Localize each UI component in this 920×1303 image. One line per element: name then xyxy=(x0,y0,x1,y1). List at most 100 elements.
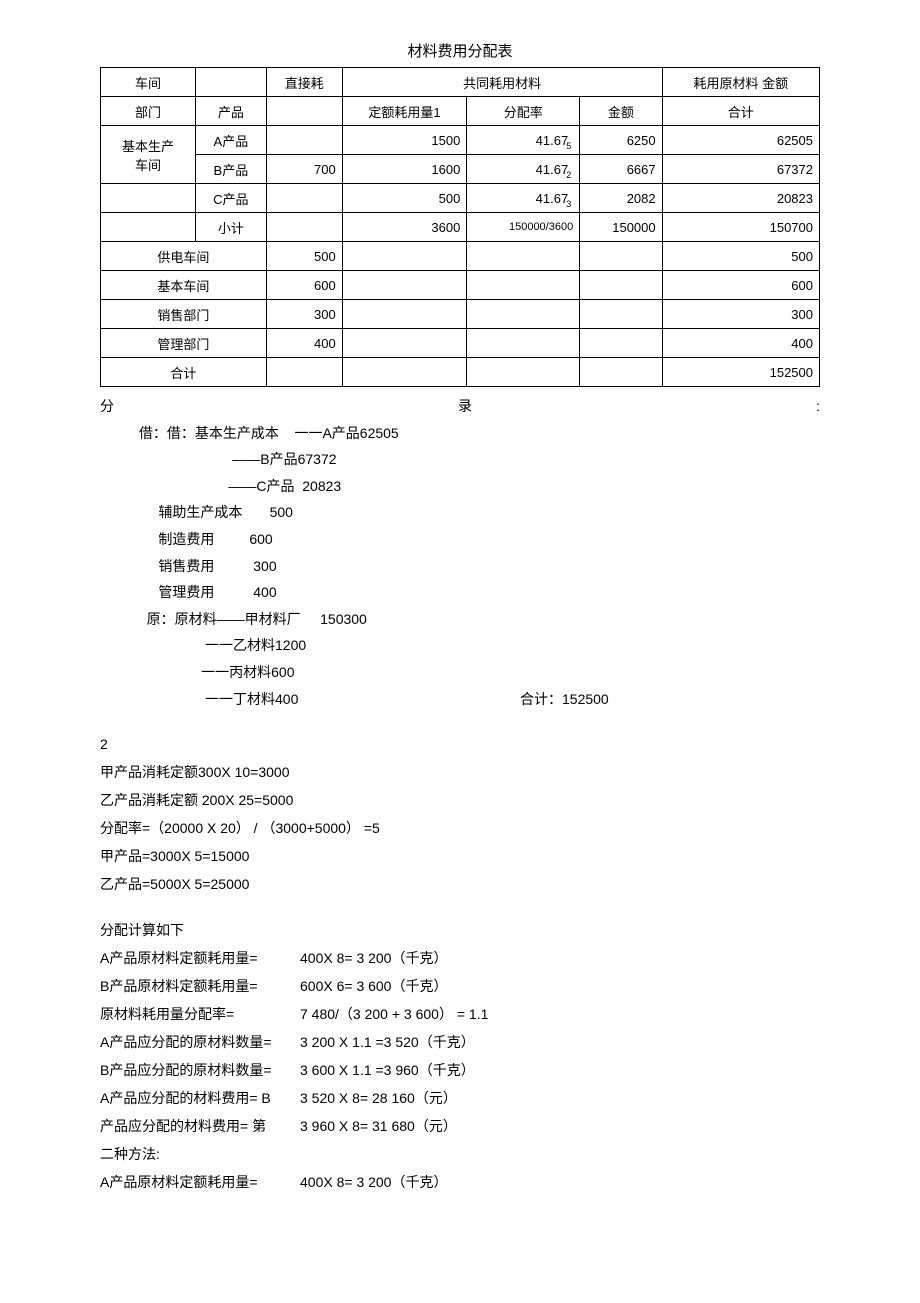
sec2-line: 乙产品=5000X 5=25000 xyxy=(100,870,820,898)
cell-basic-shop: 基本生产车间 xyxy=(101,126,196,184)
sec3-k: B产品原材料定额耗用量= xyxy=(100,972,300,1000)
table-header-row-1: 车间 直接耗 共同耗用材料 耗用原材料 金额 xyxy=(101,68,820,97)
sec3-k: A产品应分配的材料费用= B xyxy=(100,1084,300,1112)
sec3-title: 分配计算如下 xyxy=(100,916,820,944)
sec3-k: 产品应分配的材料费用= 第 xyxy=(100,1112,300,1140)
cell-base-total: 600 xyxy=(662,271,819,300)
journal-line: ——C产品 20823 xyxy=(100,473,820,500)
journal-line: 一一丁材料400 xyxy=(100,686,520,713)
journal-entries: 分 录 : 借：借：基本生产成本 一一A产品62505 ——B产品67372 —… xyxy=(100,393,820,712)
sec3-k: 二种方法: xyxy=(100,1140,300,1168)
cell-b-quota: 1600 xyxy=(342,155,467,184)
journal-line: 一一丙材料600 xyxy=(100,659,820,686)
cell-power-total: 500 xyxy=(662,242,819,271)
journal-total: 合计：152500 xyxy=(520,686,609,713)
table-header-row-2: 部门 产品 定额耗用量1 分配率 金额 合计 xyxy=(101,97,820,126)
cell-power-name: 供电车间 xyxy=(101,242,267,271)
col-rate: 分配率 xyxy=(467,97,580,126)
row-mgmt: 管理部门 400 400 xyxy=(101,329,820,358)
col-direct: 直接耗 xyxy=(266,68,342,97)
journal-h-mid: 录 xyxy=(458,393,472,420)
sec2-line: 分配率=（20000 X 20） / （3000+5000） =5 xyxy=(100,814,820,842)
col-empty2 xyxy=(266,97,342,126)
row-grand: 合计 152500 xyxy=(101,358,820,387)
cell-a-direct xyxy=(266,126,342,155)
row-power: 供电车间 500 500 xyxy=(101,242,820,271)
cell-base-direct: 600 xyxy=(266,271,342,300)
sec2-title: 2 xyxy=(100,730,820,758)
cell-sales-total: 300 xyxy=(662,300,819,329)
cell-grand-name: 合计 xyxy=(101,358,267,387)
journal-line: 销售费用 300 xyxy=(100,553,820,580)
col-workshop: 车间 xyxy=(101,68,196,97)
sec3-k: A产品应分配的原材料数量= xyxy=(100,1028,300,1056)
journal-line: 管理费用 400 xyxy=(100,579,820,606)
sec3-v: 3 600 X 1.1 =3 960（千克） xyxy=(300,1056,475,1084)
sec3-v: 3 960 X 8= 31 680（元） xyxy=(300,1112,457,1140)
journal-line: ——B产品67372 xyxy=(100,446,820,473)
sec3-k: 原材料耗用量分配率= xyxy=(100,1000,300,1028)
cell-c-name: C产品 xyxy=(196,184,267,213)
sec3-k: A产品原材料定额耗用量= xyxy=(100,1168,300,1196)
row-subtotal: 小计 3600 150000/3600 150000 150700 xyxy=(101,213,820,242)
col-amount: 金额 xyxy=(580,97,662,126)
cell-b-direct: 700 xyxy=(266,155,342,184)
journal-line: 借：借：基本生产成本 一一A产品62505 xyxy=(100,420,820,447)
col-total-sub: 合计 xyxy=(662,97,819,126)
allocation-table: 车间 直接耗 共同耗用材料 耗用原材料 金额 部门 产品 定额耗用量1 分配率 … xyxy=(100,67,820,387)
cell-mgmt-name: 管理部门 xyxy=(101,329,267,358)
sec3-v: 600X 6= 3 600（千克） xyxy=(300,972,447,1000)
cell-power-direct: 500 xyxy=(266,242,342,271)
cell-empty3 xyxy=(101,184,196,213)
cell-empty4 xyxy=(101,213,196,242)
journal-line: 制造费用 600 xyxy=(100,526,820,553)
sec3-v: 7 480/（3 200 + 3 600） = 1.1 xyxy=(300,1000,488,1028)
cell-base-name: 基本车间 xyxy=(101,271,267,300)
cell-b-rate: 41.672 xyxy=(467,155,580,184)
journal-line: 原：原材料——甲材料厂 150300 xyxy=(100,606,820,633)
sec2-line: 甲产品=3000X 5=15000 xyxy=(100,842,820,870)
cell-b-name: B产品 xyxy=(196,155,267,184)
cell-c-direct xyxy=(266,184,342,213)
cell-sub-rate: 150000/3600 xyxy=(467,213,580,242)
cell-c-quota: 500 xyxy=(342,184,467,213)
sec3-v: 3 200 X 1.1 =3 520（千克） xyxy=(300,1028,475,1056)
journal-line: 一一乙材料1200 xyxy=(100,632,820,659)
col-common: 共同耗用材料 xyxy=(342,68,662,97)
cell-sub-amount: 150000 xyxy=(580,213,662,242)
sec3-k: B产品应分配的原材料数量= xyxy=(100,1056,300,1084)
cell-sales-direct: 300 xyxy=(266,300,342,329)
col-quota: 定额耗用量1 xyxy=(342,97,467,126)
sec2-line: 甲产品消耗定额300X 10=3000 xyxy=(100,758,820,786)
journal-h-left: 分 xyxy=(100,393,114,420)
cell-a-total: 62505 xyxy=(662,126,819,155)
section-2: 2 甲产品消耗定额300X 10=3000 乙产品消耗定额 200X 25=50… xyxy=(100,730,820,898)
cell-mgmt-direct: 400 xyxy=(266,329,342,358)
col-department: 部门 xyxy=(101,97,196,126)
cell-b-amount: 6667 xyxy=(580,155,662,184)
row-b: B产品 700 1600 41.672 6667 67372 xyxy=(101,155,820,184)
cell-c-rate: 41.673 xyxy=(467,184,580,213)
col-total: 耗用原材料 金额 xyxy=(662,68,819,97)
sec2-line: 乙产品消耗定额 200X 25=5000 xyxy=(100,786,820,814)
cell-a-name: A产品 xyxy=(196,126,267,155)
sec3-k: A产品原材料定额耗用量= xyxy=(100,944,300,972)
cell-sales-name: 销售部门 xyxy=(101,300,267,329)
sec3-v: 3 520 X 8= 28 160（元） xyxy=(300,1084,457,1112)
col-product: 产品 xyxy=(196,97,267,126)
cell-b-total: 67372 xyxy=(662,155,819,184)
col-empty xyxy=(196,68,267,97)
cell-a-quota: 1500 xyxy=(342,126,467,155)
cell-c-amount: 2082 xyxy=(580,184,662,213)
sec3-v: 400X 8= 3 200（千克） xyxy=(300,944,447,972)
row-base: 基本车间 600 600 xyxy=(101,271,820,300)
cell-sub-direct xyxy=(266,213,342,242)
cell-sub-total: 150700 xyxy=(662,213,819,242)
cell-grand-total: 152500 xyxy=(662,358,819,387)
cell-a-rate: 41.675 xyxy=(467,126,580,155)
row-c: C产品 500 41.673 2082 20823 xyxy=(101,184,820,213)
sec3-v: 400X 8= 3 200（千克） xyxy=(300,1168,447,1196)
row-sales: 销售部门 300 300 xyxy=(101,300,820,329)
row-a: 基本生产车间 A产品 1500 41.675 6250 62505 xyxy=(101,126,820,155)
table-title: 材料费用分配表 xyxy=(100,40,820,61)
